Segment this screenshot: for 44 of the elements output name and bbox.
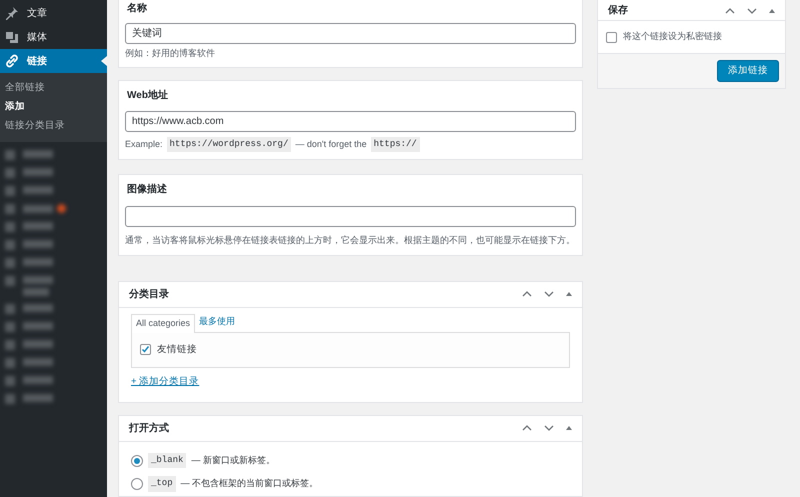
- box-title: 打开方式: [129, 421, 169, 436]
- submenu-item[interactable]: 链接分类目录: [0, 117, 107, 136]
- option-label: — 新窗口或新标签。: [191, 454, 275, 467]
- text-field[interactable]: https://www.acb.com: [125, 110, 576, 132]
- link-icon: [5, 54, 19, 68]
- option-label: — 不包含框架的当前窗口或标签。: [180, 477, 318, 490]
- menu-item[interactable]: 媒体: [0, 25, 107, 49]
- field-label: 名称: [127, 2, 148, 16]
- media-icon: [5, 30, 19, 44]
- chevron-up-icon[interactable]: [522, 291, 532, 297]
- chevron-down-icon[interactable]: [747, 8, 757, 14]
- collapse-triangle-icon[interactable]: [566, 292, 572, 296]
- checkbox[interactable]: [140, 344, 151, 356]
- checkbox-label: 友情链接: [157, 342, 197, 356]
- radio-button[interactable]: [131, 478, 143, 490]
- menu-item[interactable]: 链接: [0, 49, 107, 73]
- add-link-button[interactable]: 添加链接: [717, 60, 779, 82]
- box-title: 分类目录: [129, 288, 169, 302]
- field-label: Web地址: [127, 88, 169, 102]
- chevron-down-icon[interactable]: [544, 291, 554, 297]
- collapse-triangle-icon[interactable]: [769, 8, 775, 12]
- field-hint: 例如：好用的博客软件: [125, 47, 216, 60]
- field-hint: 通常，当访客将鼠标光标悬停在链接表链接的上方时，它会显示出来。根据主题的不同，也可能显示在链接下方。: [125, 234, 576, 247]
- checkbox-label: 将这个链接设为私密链接: [623, 30, 722, 44]
- pushpin-icon: [5, 6, 19, 20]
- add-category-link[interactable]: + 添加分类目录: [131, 374, 200, 389]
- checkbox[interactable]: [606, 32, 617, 42]
- chevron-up-icon[interactable]: [522, 425, 532, 432]
- submenu-item[interactable]: 全部链接: [0, 79, 107, 98]
- field-hint: Example: https://wordpress.org/ — don't forget the https://: [125, 136, 576, 152]
- tab[interactable]: 最多使用: [195, 312, 240, 332]
- menu-item[interactable]: 文章: [0, 1, 107, 25]
- field-label: 图像描述: [127, 182, 168, 197]
- text-field[interactable]: 关键词: [125, 22, 576, 44]
- code-snippet: _blank: [148, 452, 186, 468]
- text-field[interactable]: [125, 206, 576, 227]
- chevron-up-icon[interactable]: [725, 8, 735, 14]
- chevron-down-icon[interactable]: [544, 425, 554, 432]
- tab[interactable]: All categories: [131, 314, 196, 332]
- box-title: 保存: [608, 4, 628, 18]
- collapse-triangle-icon[interactable]: [566, 426, 572, 430]
- submenu-item[interactable]: 添加: [0, 98, 107, 117]
- code-snippet: _top: [148, 476, 176, 492]
- radio-button[interactable]: [131, 454, 143, 466]
